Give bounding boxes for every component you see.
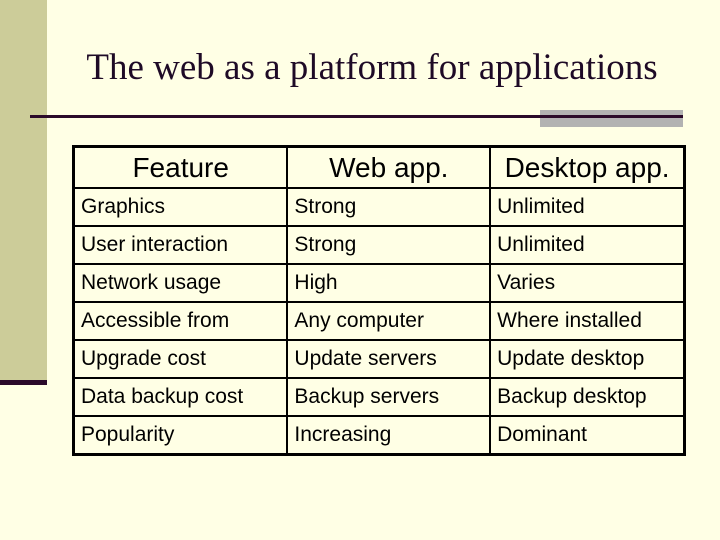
header-web-app: Web app.: [286, 145, 492, 189]
web-app-cell: Update servers: [286, 339, 492, 379]
web-app-cell: Increasing: [286, 415, 492, 456]
feature-cell: Accessible from: [72, 301, 289, 341]
table-row: Upgrade cost Update servers Update deskt…: [72, 339, 686, 379]
desktop-app-cell: Update desktop: [489, 339, 686, 379]
table-header-row: Feature Web app. Desktop app.: [72, 145, 686, 189]
desktop-app-cell: Dominant: [489, 415, 686, 456]
table-row: Graphics Strong Unlimited: [72, 187, 686, 227]
feature-cell: Popularity: [72, 415, 289, 456]
feature-cell: Graphics: [72, 187, 289, 227]
web-app-cell: High: [286, 263, 492, 303]
desktop-app-cell: Unlimited: [489, 187, 686, 227]
desktop-app-cell: Varies: [489, 263, 686, 303]
web-app-cell: Strong: [286, 187, 492, 227]
desktop-app-cell: Where installed: [489, 301, 686, 341]
header-desktop-app: Desktop app.: [489, 145, 686, 189]
web-app-cell: Backup servers: [286, 377, 492, 417]
desktop-app-cell: Backup desktop: [489, 377, 686, 417]
desktop-app-cell: Unlimited: [489, 225, 686, 265]
feature-cell: Upgrade cost: [72, 339, 289, 379]
table-row: Network usage High Varies: [72, 263, 686, 303]
feature-cell: Data backup cost: [72, 377, 289, 417]
comparison-table: Feature Web app. Desktop app. Graphics S…: [72, 145, 686, 456]
side-decoration-underline: [0, 380, 47, 385]
header-feature: Feature: [72, 145, 289, 189]
table-row: Data backup cost Backup servers Backup d…: [72, 377, 686, 417]
title-divider: [30, 115, 683, 118]
web-app-cell: Any computer: [286, 301, 492, 341]
title-accent-bar: [540, 110, 683, 127]
table-row: Accessible from Any computer Where insta…: [72, 301, 686, 341]
feature-cell: User interaction: [72, 225, 289, 265]
slide-title: The web as a platform for applications: [86, 47, 658, 88]
table-row: Popularity Increasing Dominant: [72, 415, 686, 456]
table-row: User interaction Strong Unlimited: [72, 225, 686, 265]
web-app-cell: Strong: [286, 225, 492, 265]
feature-cell: Network usage: [72, 263, 289, 303]
